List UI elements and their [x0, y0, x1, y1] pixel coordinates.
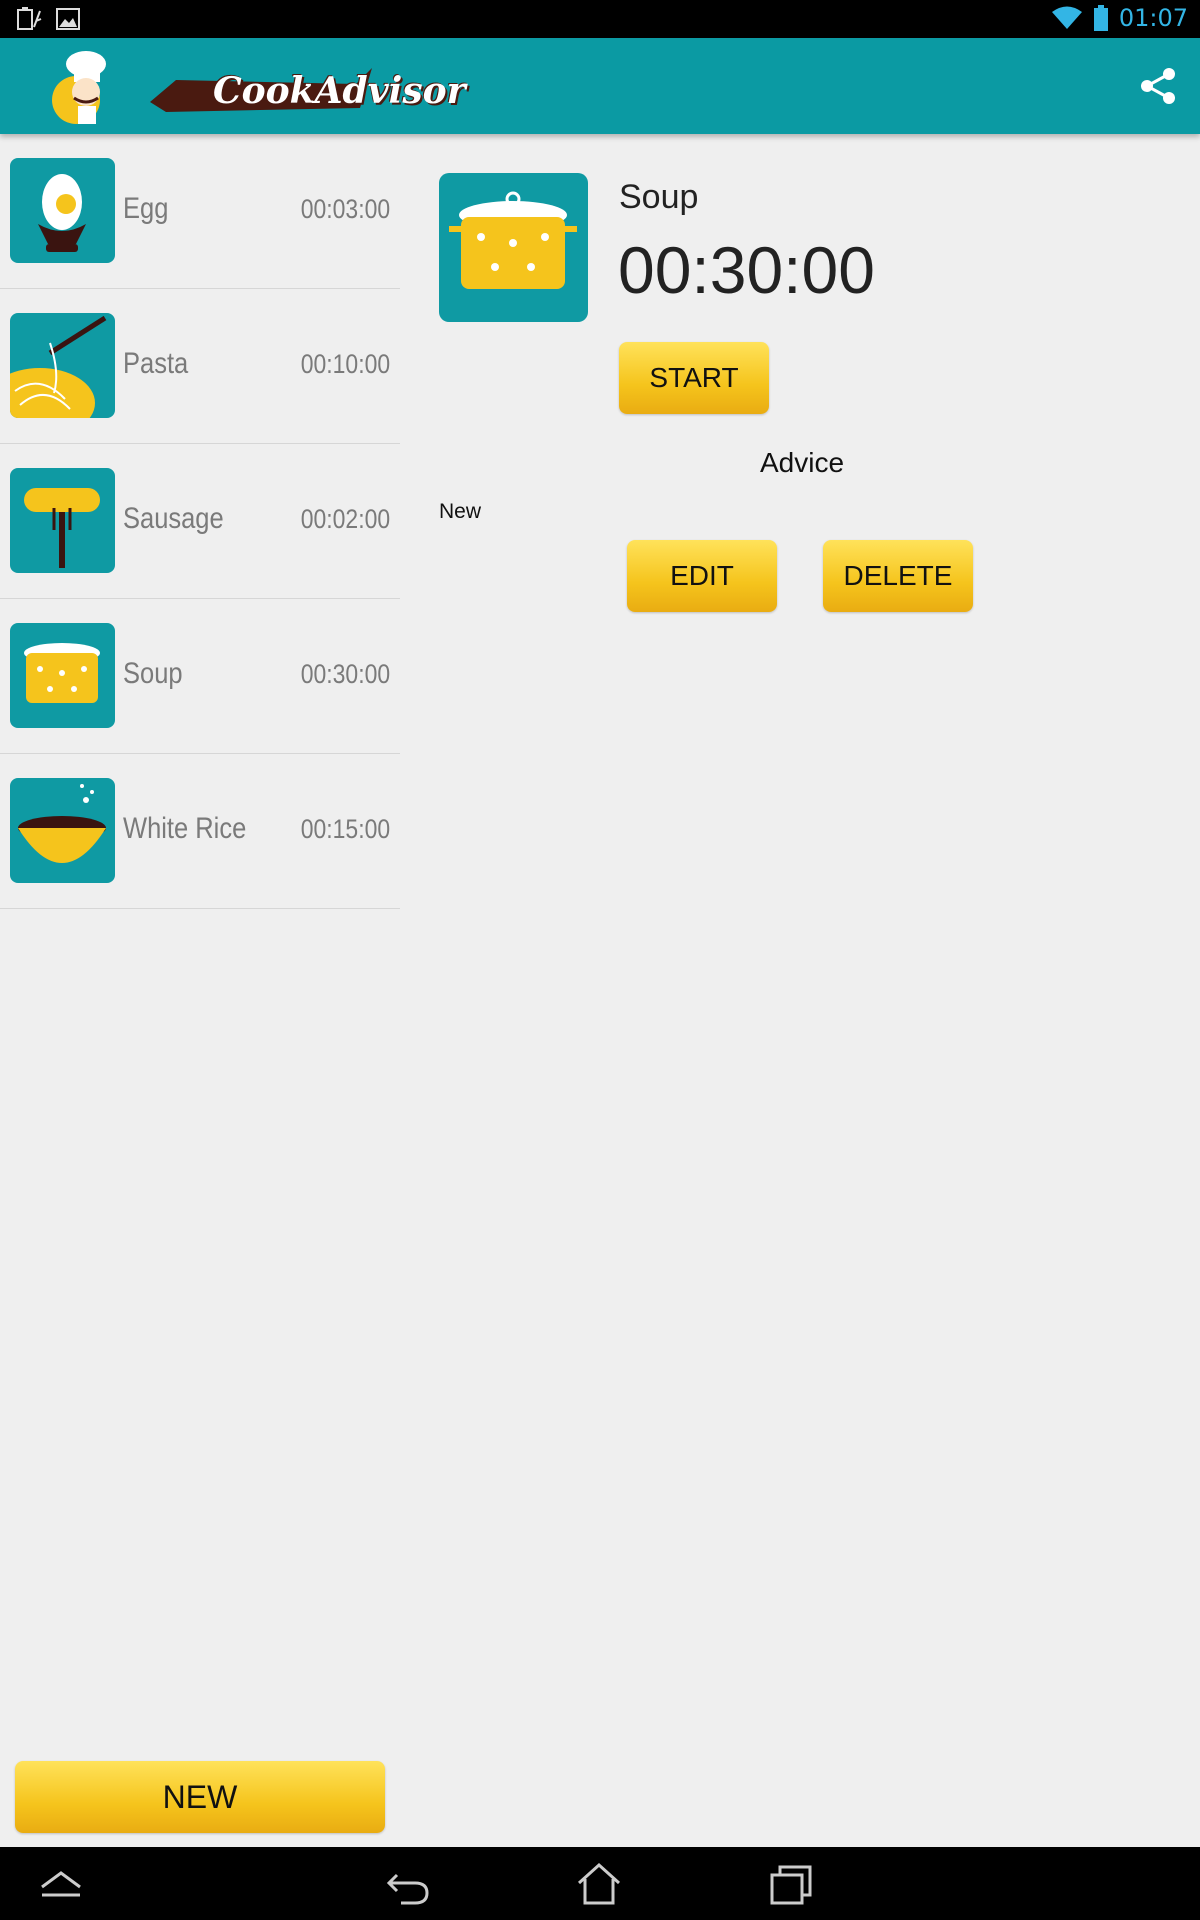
battery-icon: [1093, 5, 1108, 31]
home-icon[interactable]: [576, 1861, 622, 1907]
list-item[interactable]: Pasta 00:10:00: [0, 289, 400, 444]
item-name: Soup: [123, 657, 183, 690]
nav-bar: [0, 1847, 1200, 1920]
collapse-icon[interactable]: [38, 1861, 84, 1907]
item-name: Pasta: [123, 347, 189, 380]
item-time: 00:02:00: [300, 504, 390, 534]
new-button[interactable]: NEW: [15, 1761, 385, 1833]
pasta-icon: [10, 313, 115, 418]
item-name: Egg: [123, 192, 169, 225]
soup-pot-icon: [10, 623, 115, 728]
status-bar: 01:07: [0, 0, 1200, 38]
image-notification-icon: [56, 8, 80, 30]
egg-icon: [10, 158, 115, 263]
app-logo: CookAdvisor: [28, 48, 466, 126]
delete-button[interactable]: DELETE: [823, 540, 973, 612]
edit-button[interactable]: EDIT: [627, 540, 777, 612]
battery-saver-icon: [17, 7, 42, 30]
item-time: 00:10:00: [300, 349, 390, 379]
advice-text: New: [439, 500, 482, 523]
advice-label: Advice: [760, 447, 845, 478]
item-time: 00:30:00: [300, 659, 390, 689]
list-item[interactable]: White Rice 00:15:00: [0, 754, 400, 909]
recipe-list: Egg 00:03:00 Pasta 00:10:00 Sausage 00:0…: [0, 134, 400, 909]
detail-timer: 00:30:00: [618, 233, 875, 307]
back-icon[interactable]: [385, 1861, 431, 1907]
start-button[interactable]: START: [619, 342, 769, 414]
action-bar: CookAdvisor: [0, 38, 1200, 134]
item-time: 00:15:00: [300, 814, 390, 844]
item-time: 00:03:00: [300, 194, 390, 224]
sausage-icon: [10, 468, 115, 573]
rice-bowl-icon: [10, 778, 115, 883]
list-item[interactable]: Soup 00:30:00: [0, 599, 400, 754]
share-icon[interactable]: [1138, 66, 1178, 106]
item-name: Sausage: [123, 502, 224, 535]
app-name: CookAdvisor: [213, 70, 466, 112]
item-name: White Rice: [123, 812, 247, 845]
chef-logo-icon: [52, 51, 106, 124]
status-clock: 01:07: [1118, 4, 1188, 32]
wifi-icon: [1051, 6, 1082, 29]
soup-pot-icon: [439, 173, 588, 322]
list-item[interactable]: Sausage 00:02:00: [0, 444, 400, 599]
detail-title: Soup: [619, 178, 699, 216]
recent-apps-icon[interactable]: [768, 1861, 814, 1907]
list-item[interactable]: Egg 00:03:00: [0, 134, 400, 289]
